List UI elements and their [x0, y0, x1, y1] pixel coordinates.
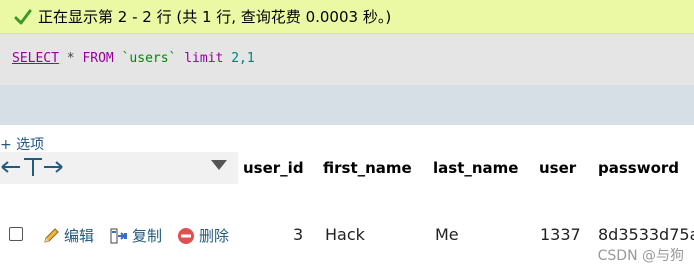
column-header-user[interactable]: user — [535, 152, 593, 184]
copy-icon — [110, 228, 127, 243]
cell-password: 8d3533d75a — [598, 225, 694, 244]
sql-query-box: SELECT * FROM `users` limit 2,1 — [0, 34, 694, 85]
edit-label: 编辑 — [64, 227, 95, 245]
cell-first-name: Hack — [325, 225, 365, 244]
left-right-arrows-icon — [1, 158, 63, 176]
sql-star: * — [58, 51, 83, 66]
pencil-icon — [44, 227, 59, 243]
sql-table-name: `users` — [121, 51, 177, 66]
success-message: 正在显示第 2 - 2 行 (共 1 行, 查询花费 0.0003 秒。) — [0, 0, 694, 34]
row-checkbox[interactable] — [9, 227, 23, 241]
sql-keyword-select[interactable]: SELECT — [12, 51, 59, 66]
sql-keyword-limit: limit — [176, 51, 232, 66]
edit-button[interactable]: 编辑 — [42, 225, 94, 246]
check-icon — [14, 9, 32, 24]
query-toolbar-area — [0, 85, 694, 125]
sql-keyword-from: FROM — [82, 51, 114, 66]
sql-limit-args: 2,1 — [231, 51, 255, 66]
options-link[interactable]: + 选项 — [0, 134, 44, 154]
column-header-last-name[interactable]: last_name — [429, 152, 534, 184]
column-header-first-name[interactable]: first_name — [319, 152, 428, 184]
success-message-text: 正在显示第 2 - 2 行 (共 1 行, 查询花费 0.0003 秒。) — [38, 8, 392, 26]
cell-last-name: Me — [435, 225, 459, 244]
column-header-password[interactable]: password — [594, 152, 694, 184]
sort-dropdown-icon[interactable] — [211, 160, 227, 170]
watermark: CSDN @与狗 — [597, 248, 684, 264]
delete-label: 删除 — [199, 227, 230, 245]
cell-user: 1337 — [540, 225, 581, 244]
copy-label: 复制 — [132, 227, 163, 245]
delete-button[interactable]: 删除 — [177, 225, 229, 246]
column-resize-arrows[interactable] — [0, 155, 66, 179]
copy-button[interactable]: 复制 — [110, 225, 162, 246]
delete-icon — [178, 227, 194, 244]
cell-user-id: 3 — [293, 225, 304, 244]
column-header-user-id[interactable]: user_id — [239, 152, 318, 184]
